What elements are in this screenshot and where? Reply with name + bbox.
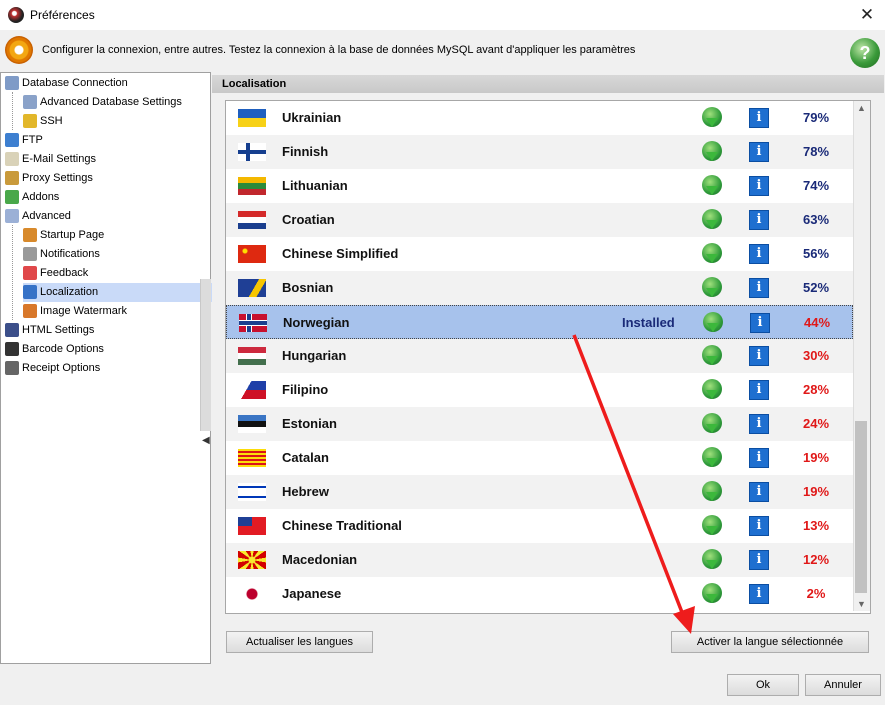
annotation-arrow	[572, 334, 695, 634]
